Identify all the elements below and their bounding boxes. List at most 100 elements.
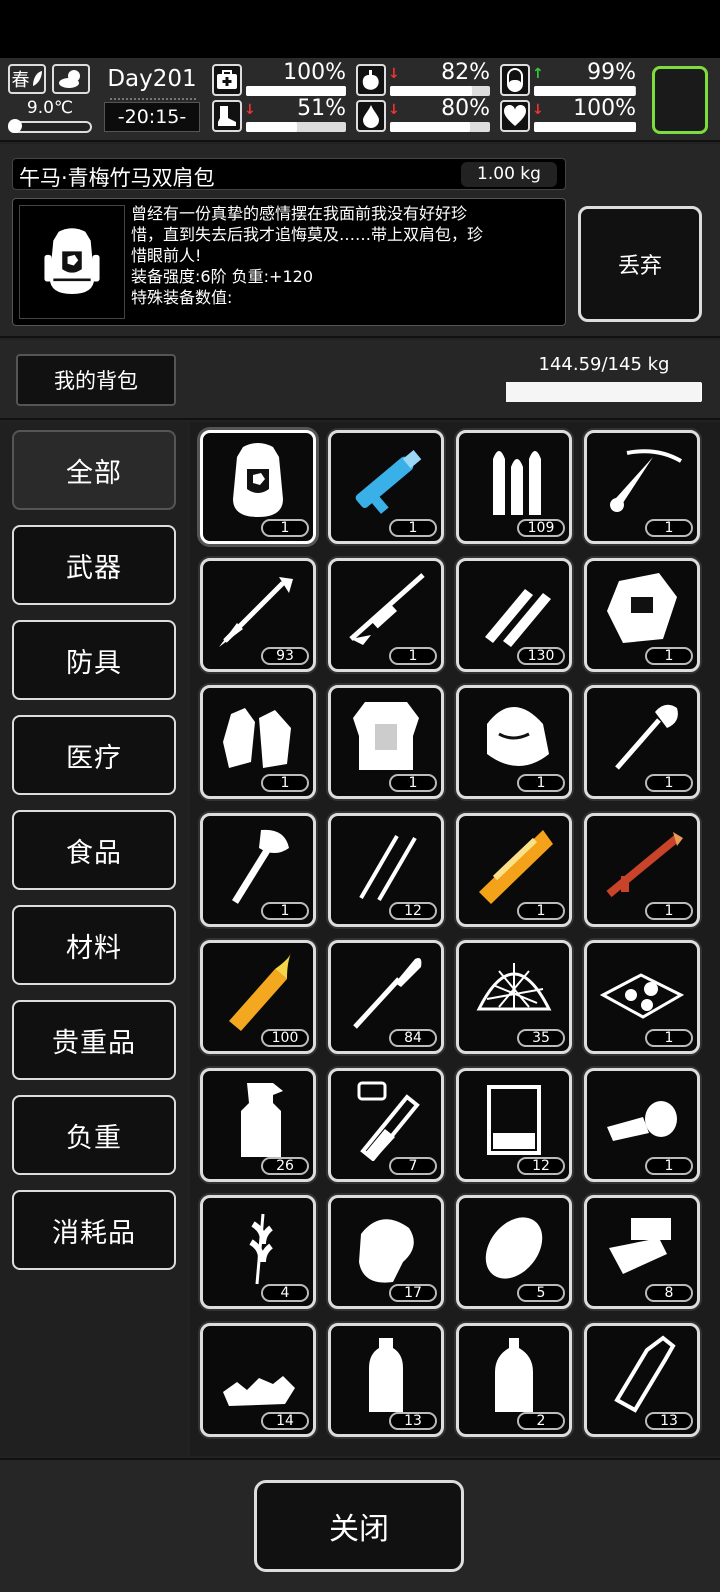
category-valuables[interactable]: 贵重品	[12, 1000, 176, 1080]
net-icon	[476, 963, 552, 1011]
item-count: 35	[517, 1029, 565, 1047]
inventory-item[interactable]: 130	[456, 558, 572, 672]
desc-line: 特殊装备数值:	[131, 288, 233, 307]
inventory-item[interactable]: 35	[456, 940, 572, 1054]
item-weight: 1.00 kg	[461, 162, 557, 187]
rifle-rounds-icon	[485, 589, 551, 647]
category-carry[interactable]: 负重	[12, 1095, 176, 1175]
inventory-item[interactable]: 2	[456, 1323, 572, 1437]
inventory-item[interactable]: 93	[200, 558, 316, 672]
category-armor[interactable]: 防具	[12, 620, 176, 700]
thirst-stat: ↓ 80%	[356, 96, 490, 134]
category-all[interactable]: 全部	[12, 430, 176, 510]
item-count: 1	[517, 902, 565, 920]
energy-stat: ↑ 99%	[500, 60, 636, 98]
category-weapons[interactable]: 武器	[12, 525, 176, 605]
item-count: 1	[261, 519, 309, 537]
health-bar	[246, 86, 346, 96]
inventory-item[interactable]: 84	[328, 940, 444, 1054]
inventory-item[interactable]: 1	[328, 430, 444, 544]
inventory-item[interactable]: 7	[328, 1068, 444, 1182]
item-count: 1	[645, 902, 693, 920]
inventory-item[interactable]: 1	[328, 685, 444, 799]
leaf-icon	[32, 71, 42, 86]
item-count: 17	[389, 1284, 437, 1302]
item-count: 84	[389, 1029, 437, 1047]
day-counter: Day201	[107, 66, 197, 92]
stamina-bar	[246, 122, 346, 132]
item-count: 8	[645, 1284, 693, 1302]
energy-up-arrow-icon: ↑	[532, 66, 544, 82]
gloves-icon	[223, 708, 291, 768]
shovel-icon	[615, 704, 678, 770]
bag-capacity: 144.59/145 kg	[538, 354, 670, 375]
system-status-bar	[0, 0, 720, 58]
wheat-icon	[249, 1213, 273, 1285]
inventory-item[interactable]: 1	[584, 940, 700, 1054]
item-count: 12	[517, 1157, 565, 1175]
category-medical[interactable]: 医疗	[12, 715, 176, 795]
inventory-item[interactable]: 1	[456, 813, 572, 927]
item-count: 1	[261, 902, 309, 920]
item-count: 1	[645, 647, 693, 665]
my-bag-button[interactable]: 我的背包	[16, 354, 176, 406]
inventory-item[interactable]: 13	[584, 1323, 700, 1437]
inventory-item[interactable]: 1	[584, 558, 700, 672]
inventory-item[interactable]: 100	[200, 940, 316, 1054]
temperature-bar	[8, 119, 92, 133]
inventory-item[interactable]: 17	[328, 1195, 444, 1309]
item-detail-panel: 午马·青梅竹马双肩包 1.00 kg 曾经有一份真挚的感情摆在我面前我没有好好珍…	[0, 144, 720, 338]
rocket-icon	[353, 958, 422, 1029]
hunger-down-arrow-icon: ↓	[388, 66, 400, 82]
inventory-item[interactable]: 1	[328, 558, 444, 672]
item-count: 93	[261, 647, 309, 665]
inventory-item[interactable]: 4	[200, 1195, 316, 1309]
item-count: 26	[261, 1157, 309, 1175]
quick-slot[interactable]	[652, 66, 708, 134]
inventory-item[interactable]: 1	[584, 685, 700, 799]
thirst-bar	[390, 122, 490, 132]
stone-tray-icon	[599, 973, 685, 1019]
inventory-item[interactable]: 14	[200, 1323, 316, 1437]
inventory-item[interactable]: 109	[456, 430, 572, 544]
inventory-item[interactable]: 13	[328, 1323, 444, 1437]
stamina-pct: 51%	[297, 96, 346, 121]
rocket-launcher-icon	[606, 832, 683, 898]
stomach-icon	[356, 64, 386, 96]
item-count: 1	[261, 774, 309, 792]
category-materials[interactable]: 材料	[12, 905, 176, 985]
minigun-icon	[355, 450, 422, 514]
inventory-item[interactable]: 1	[200, 430, 316, 544]
item-count: 1	[389, 774, 437, 792]
cloud-icon	[59, 70, 80, 88]
stamina-down-arrow-icon: ↓	[244, 102, 256, 118]
inventory-item[interactable]: 12	[328, 813, 444, 927]
inventory-item[interactable]: 1	[584, 430, 700, 544]
inventory-item[interactable]: 26	[200, 1068, 316, 1182]
health-stat: 100%	[212, 60, 346, 98]
inventory-item[interactable]: 1	[200, 813, 316, 927]
test-tube-icon	[357, 1081, 420, 1161]
weather-badge	[52, 64, 90, 94]
hunger-bar	[390, 86, 490, 96]
inventory-item[interactable]: 1	[584, 1068, 700, 1182]
desc-line: 装备强度:6阶 负重:+120	[131, 267, 313, 286]
item-count: 100	[261, 1029, 309, 1047]
item-name-bar: 午马·青梅竹马双肩包 1.00 kg	[12, 158, 566, 190]
inventory-item[interactable]: 8	[584, 1195, 700, 1309]
desc-line: 惜，直到失去后我才追悔莫及……带上双肩包，珍	[131, 225, 484, 244]
category-food[interactable]: 食品	[12, 810, 176, 890]
category-consumables[interactable]: 消耗品	[12, 1190, 176, 1270]
category-sidebar: 全部 武器 防具 医疗 食品 材料 贵重品 负重 消耗品	[0, 422, 188, 1456]
beaker-icon	[487, 1085, 541, 1155]
inventory-item[interactable]: 1	[584, 813, 700, 927]
inventory-item[interactable]: 1	[200, 685, 316, 799]
inventory-item[interactable]: 5	[456, 1195, 572, 1309]
close-button[interactable]: 关闭	[254, 1480, 464, 1572]
capacity-bar	[506, 382, 702, 402]
season-badge: 春	[8, 64, 46, 94]
inventory-item[interactable]: 12	[456, 1068, 572, 1182]
discard-button[interactable]: 丢弃	[578, 206, 702, 322]
item-count: 7	[389, 1157, 437, 1175]
inventory-item[interactable]: 1	[456, 685, 572, 799]
